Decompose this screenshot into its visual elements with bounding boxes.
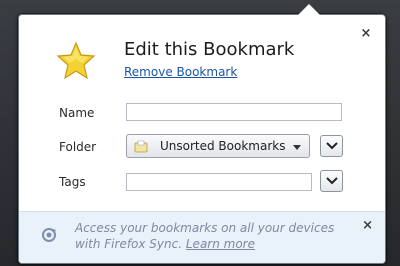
learn-more-link[interactable]: Learn more (186, 237, 255, 251)
sync-promo-text: Access your bookmarks on all your device… (75, 220, 345, 252)
close-footer-icon[interactable]: × (362, 218, 373, 233)
sync-icon (42, 228, 56, 242)
star-icon (56, 41, 96, 80)
window-background: × Edit this Bookmark Remove Bookmark Nam… (0, 0, 400, 266)
name-label: Name (59, 106, 95, 120)
name-field[interactable] (126, 103, 342, 121)
folder-tree-expander[interactable] (320, 135, 343, 157)
unsorted-bookmarks-icon (134, 140, 148, 153)
remove-bookmark-link[interactable]: Remove Bookmark (124, 65, 237, 79)
chevron-down-icon (326, 177, 338, 185)
edit-bookmark-panel: × Edit this Bookmark Remove Bookmark Nam… (18, 14, 386, 264)
folder-dropdown[interactable]: Unsorted Bookmarks (126, 134, 310, 158)
dialog-title: Edit this Bookmark (124, 39, 295, 60)
close-icon[interactable]: × (359, 27, 373, 41)
panel-arrow (298, 4, 320, 15)
tags-expander[interactable] (320, 170, 343, 192)
folder-value: Unsorted Bookmarks (160, 139, 286, 153)
sync-promo-footer: Access your bookmarks on all your device… (19, 211, 385, 263)
tags-label: Tags (59, 175, 86, 189)
chevron-down-icon (326, 142, 338, 150)
tags-field[interactable] (126, 173, 312, 191)
folder-label: Folder (59, 140, 97, 154)
chevron-down-icon (293, 145, 301, 150)
